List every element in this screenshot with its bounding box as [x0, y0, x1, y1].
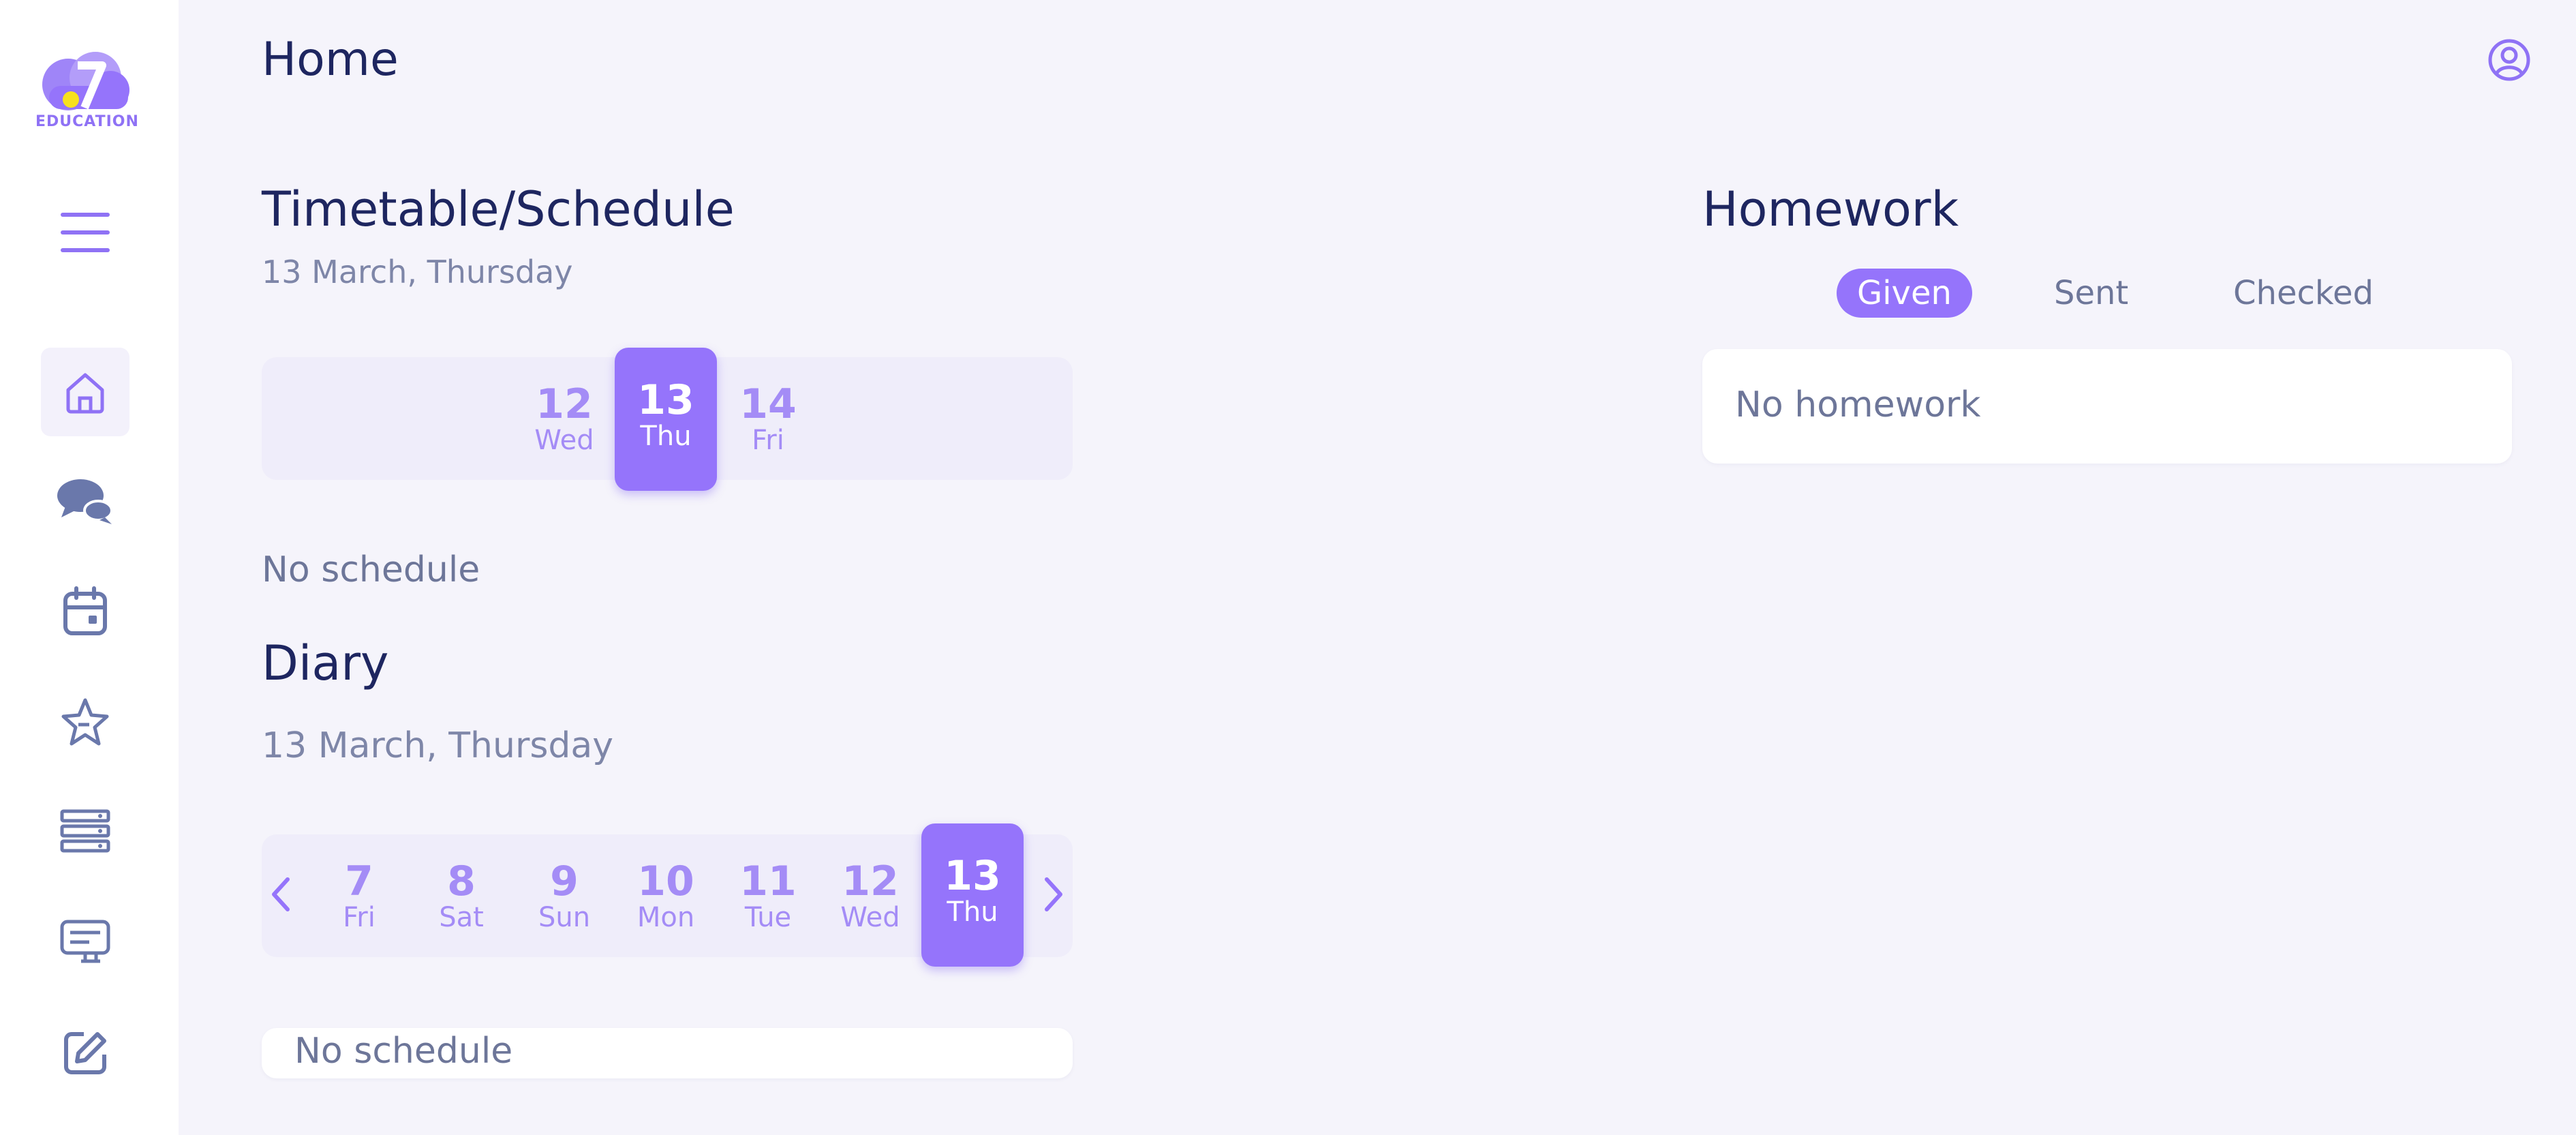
day-weekday: Fri	[343, 902, 375, 933]
day-item-selected[interactable]: 13 Thu	[615, 348, 717, 491]
sidebar-item-home[interactable]	[41, 348, 129, 436]
sidebar-item-achievements[interactable]	[41, 678, 129, 766]
day-number: 11	[739, 858, 797, 905]
user-avatar-icon	[2488, 39, 2530, 81]
sidebar-item-edit[interactable]	[41, 1009, 129, 1098]
tab-checked[interactable]: Checked	[2233, 274, 2374, 312]
day-weekday: Sat	[439, 902, 484, 933]
diary-date: 13 March, Thursday	[262, 725, 614, 766]
day-item[interactable]: 12 Wed	[819, 859, 921, 931]
timetable-empty-message: No schedule	[262, 549, 480, 590]
sidebar-item-calendar[interactable]	[41, 567, 129, 656]
day-item[interactable]: 7 Fri	[308, 859, 410, 931]
timetable-date: 13 March, Thursday	[262, 254, 573, 290]
tab-sent[interactable]: Sent	[2054, 274, 2128, 312]
logo-text: EDUCATION	[35, 113, 139, 130]
day-weekday: Wed	[840, 902, 900, 933]
prev-week-button[interactable]	[266, 874, 296, 918]
hamburger-icon	[61, 213, 110, 252]
next-week-button[interactable]	[1039, 874, 1069, 918]
day-number: 13	[637, 376, 694, 424]
app-logo[interactable]: EDUCATION	[35, 45, 144, 134]
homework-title: Homework	[1702, 181, 1959, 237]
sidebar-item-chat[interactable]	[41, 457, 129, 545]
day-weekday: Wed	[534, 425, 594, 456]
day-item[interactable]: 14 Fri	[717, 382, 819, 454]
page-title: Home	[262, 33, 399, 87]
tab-given[interactable]: Given	[1837, 269, 1972, 318]
chevron-left-icon	[272, 877, 290, 911]
day-item[interactable]: 10 Mon	[615, 859, 717, 931]
day-number: 12	[536, 380, 593, 428]
day-number: 10	[637, 858, 694, 905]
day-weekday: Tue	[744, 902, 792, 933]
menu-toggle-button[interactable]	[41, 188, 129, 277]
profile-button[interactable]	[2487, 38, 2531, 85]
homework-empty-card: No homework	[1702, 349, 2512, 464]
star-icon	[61, 698, 109, 746]
edit-icon	[64, 1032, 106, 1074]
diary-title: Diary	[262, 635, 389, 691]
list-icon	[60, 809, 110, 853]
day-number: 7	[345, 858, 373, 905]
calendar-icon	[63, 586, 107, 635]
course-icon	[60, 920, 110, 963]
sidebar-item-list[interactable]	[41, 787, 129, 875]
day-item-selected[interactable]: 13 Thu	[921, 823, 1024, 967]
sidebar: EDUCATION	[0, 0, 179, 1135]
day-number: 8	[447, 858, 476, 905]
cloud-logo-icon	[42, 52, 129, 110]
day-item[interactable]: 12 Wed	[513, 382, 615, 454]
chevron-right-icon	[1045, 877, 1062, 911]
day-number: 13	[944, 852, 1001, 900]
day-weekday: Thu	[947, 896, 998, 928]
diary-empty-message: No schedule	[294, 1031, 513, 1072]
day-weekday: Thu	[640, 421, 692, 452]
main-content: Home Timetable/Schedule 13 March, Thursd…	[179, 0, 2576, 1135]
day-item[interactable]: 9 Sun	[513, 859, 615, 931]
day-number: 9	[550, 858, 579, 905]
home-icon	[66, 373, 104, 414]
timetable-title: Timetable/Schedule	[262, 181, 735, 237]
diary-empty-card: No schedule	[262, 1028, 1073, 1078]
chat-icon	[57, 479, 113, 524]
sidebar-item-courses[interactable]	[41, 897, 129, 986]
day-number: 12	[842, 858, 899, 905]
day-weekday: Fri	[752, 425, 784, 456]
day-item[interactable]: 11 Tue	[717, 859, 819, 931]
homework-empty-message: No homework	[1735, 384, 1981, 425]
day-number: 14	[739, 380, 797, 428]
day-weekday: Sun	[538, 902, 591, 933]
day-item[interactable]: 8 Sat	[410, 859, 512, 931]
day-weekday: Mon	[637, 902, 695, 933]
